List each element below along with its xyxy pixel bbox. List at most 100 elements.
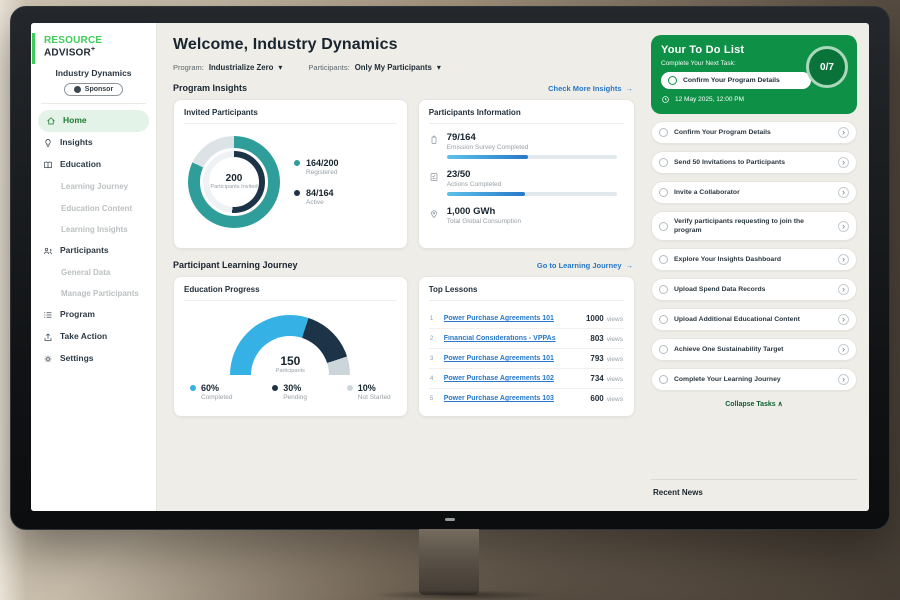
todo-task[interactable]: Upload Additional Educational Content › bbox=[651, 308, 857, 331]
legend-label: Not Started bbox=[358, 394, 391, 401]
lesson-views: 803 bbox=[590, 334, 603, 343]
collapse-tasks-link[interactable]: Collapse Tasks ∧ bbox=[651, 400, 857, 408]
arrow-right-icon: → bbox=[626, 261, 634, 270]
lesson-rank: 3 bbox=[430, 355, 437, 362]
todo-task[interactable]: Complete Your Learning Journey › bbox=[651, 368, 857, 391]
sidebar-item-manage-participants[interactable]: Manage Participants bbox=[31, 283, 156, 304]
org-name: Industry Dynamics bbox=[31, 68, 156, 78]
todo-task[interactable]: Explore Your Insights Dashboard › bbox=[651, 248, 857, 271]
sidebar-item-insights[interactable]: Insights bbox=[31, 132, 156, 154]
checkbox-icon[interactable] bbox=[659, 188, 668, 197]
checkbox-icon[interactable] bbox=[659, 222, 668, 231]
todo-task[interactable]: Send 50 Invitations to Participants › bbox=[651, 151, 857, 174]
todo-task[interactable]: Invite a Collaborator › bbox=[651, 181, 857, 204]
legend-item-completed: 60% Completed bbox=[190, 383, 232, 401]
legend-dot bbox=[272, 385, 278, 391]
sidebar-item-learning-insights[interactable]: Learning Insights bbox=[31, 219, 156, 240]
sidebar-item-education-content[interactable]: Education Content bbox=[31, 198, 156, 219]
chevron-right-icon[interactable]: › bbox=[838, 314, 849, 325]
checkbox-icon[interactable] bbox=[659, 315, 668, 324]
sidebar-item-learning-journey[interactable]: Learning Journey bbox=[31, 176, 156, 197]
program-filter[interactable]: Program: Industrialize Zero ▾ bbox=[173, 63, 282, 72]
checkbox-icon[interactable] bbox=[659, 285, 668, 294]
chevron-right-icon[interactable]: › bbox=[838, 344, 849, 355]
progress-bar-fill bbox=[447, 192, 525, 196]
todo-panel: Your To Do List Complete Your Next Task:… bbox=[647, 23, 869, 511]
participants-information-card: Participants Information 79/164 Emission… bbox=[418, 99, 635, 249]
participants-filter-label: Participants: bbox=[308, 63, 349, 72]
sidebar-item-program[interactable]: Program bbox=[31, 304, 156, 326]
recent-news-header[interactable]: Recent News bbox=[651, 479, 857, 503]
lesson-link[interactable]: Power Purchase Agreements 102 bbox=[444, 375, 554, 382]
sidebar-item-label: Education Content bbox=[61, 204, 132, 213]
checkbox-icon[interactable] bbox=[668, 76, 677, 85]
legend-dot bbox=[347, 385, 353, 391]
legend-value: 164/200 bbox=[306, 158, 339, 168]
legend-label: Pending bbox=[283, 394, 307, 401]
sidebar: RESOURCE ADVISOR+ Industry Dynamics Spon… bbox=[31, 23, 157, 511]
education-gauge-center: 150 Participants bbox=[230, 354, 350, 375]
todo-due-label: 12 May 2025, 12:00 PM bbox=[675, 96, 744, 103]
lesson-link[interactable]: Power Purchase Agreements 103 bbox=[444, 395, 554, 402]
checklist-icon bbox=[429, 171, 439, 196]
gauge-value: 150 bbox=[230, 354, 350, 368]
legend-item-active: 84/164 Active bbox=[294, 188, 339, 206]
lesson-row: 1 Power Purchase Agreements 101 1000view… bbox=[429, 309, 624, 329]
chevron-right-icon[interactable]: › bbox=[838, 254, 849, 265]
todo-task[interactable]: Upload Spend Data Records › bbox=[651, 278, 857, 301]
program-filter-value: Industrialize Zero bbox=[209, 63, 274, 72]
chevron-right-icon[interactable]: › bbox=[838, 374, 849, 385]
stand-shadow bbox=[330, 588, 590, 600]
sidebar-item-label: Education bbox=[60, 160, 101, 170]
legend-value: 30% bbox=[283, 383, 307, 393]
participants-filter[interactable]: Participants: Only My Participants ▾ bbox=[308, 63, 440, 72]
checkbox-icon[interactable] bbox=[659, 375, 668, 384]
legend-dot bbox=[294, 190, 300, 196]
legend-item-pending: 30% Pending bbox=[272, 383, 307, 401]
todo-task[interactable]: Confirm Your Program Details › bbox=[651, 121, 857, 144]
photo-background: RESOURCE ADVISOR+ Industry Dynamics Spon… bbox=[0, 0, 900, 600]
todo-task[interactable]: Verify participants requesting to join t… bbox=[651, 211, 857, 241]
map-pin-icon bbox=[429, 208, 439, 225]
link-label: Check More Insights bbox=[548, 84, 621, 93]
checkbox-icon[interactable] bbox=[659, 158, 668, 167]
legend-item-not-started: 10% Not Started bbox=[347, 383, 391, 401]
card-title: Education Progress bbox=[184, 285, 397, 301]
education-gauge: 150 Participants bbox=[230, 315, 350, 375]
chevron-right-icon[interactable]: › bbox=[838, 187, 849, 198]
sidebar-item-education[interactable]: Education bbox=[31, 154, 156, 176]
chevron-right-icon[interactable]: › bbox=[838, 127, 849, 138]
stat-emission-survey: 79/164 Emission Survey Completed bbox=[429, 132, 624, 159]
sidebar-item-home[interactable]: Home bbox=[38, 110, 149, 132]
meter-icon bbox=[429, 134, 439, 159]
go-to-learning-journey-link[interactable]: Go to Learning Journey → bbox=[537, 261, 633, 270]
filter-bar: Program: Industrialize Zero ▾ Participan… bbox=[173, 63, 635, 72]
sidebar-item-label: Settings bbox=[60, 354, 94, 364]
stat-label: Actions Completed bbox=[447, 181, 624, 188]
link-label: Go to Learning Journey bbox=[537, 261, 622, 270]
sidebar-item-label: Manage Participants bbox=[61, 289, 139, 298]
sidebar-item-take-action[interactable]: Take Action bbox=[31, 326, 156, 348]
chevron-down-icon[interactable]: ▾ bbox=[278, 63, 282, 72]
legend-label: Completed bbox=[201, 394, 232, 401]
todo-card: Your To Do List Complete Your Next Task:… bbox=[651, 35, 857, 114]
sidebar-item-participants[interactable]: Participants bbox=[31, 240, 156, 262]
legend-value: 84/164 bbox=[306, 188, 334, 198]
chevron-right-icon[interactable]: › bbox=[838, 284, 849, 295]
checkbox-icon[interactable] bbox=[659, 128, 668, 137]
todo-task[interactable]: Achieve One Sustainability Target › bbox=[651, 338, 857, 361]
lesson-link[interactable]: Power Purchase Agreements 101 bbox=[444, 315, 554, 322]
chevron-right-icon[interactable]: › bbox=[838, 221, 849, 232]
todo-next-task[interactable]: Confirm Your Program Details bbox=[661, 72, 811, 89]
sidebar-item-settings[interactable]: Settings bbox=[31, 348, 156, 370]
check-more-insights-link[interactable]: Check More Insights → bbox=[548, 84, 633, 93]
caret-up-icon: ∧ bbox=[778, 401, 783, 408]
chevron-down-icon[interactable]: ▾ bbox=[437, 63, 441, 72]
divider bbox=[41, 103, 146, 104]
checkbox-icon[interactable] bbox=[659, 345, 668, 354]
lesson-link[interactable]: Financial Considerations - VPPAs bbox=[444, 335, 556, 342]
checkbox-icon[interactable] bbox=[659, 255, 668, 264]
sidebar-item-general-data[interactable]: General Data bbox=[31, 262, 156, 283]
lesson-link[interactable]: Power Purchase Agreements 101 bbox=[444, 355, 554, 362]
chevron-right-icon[interactable]: › bbox=[838, 157, 849, 168]
